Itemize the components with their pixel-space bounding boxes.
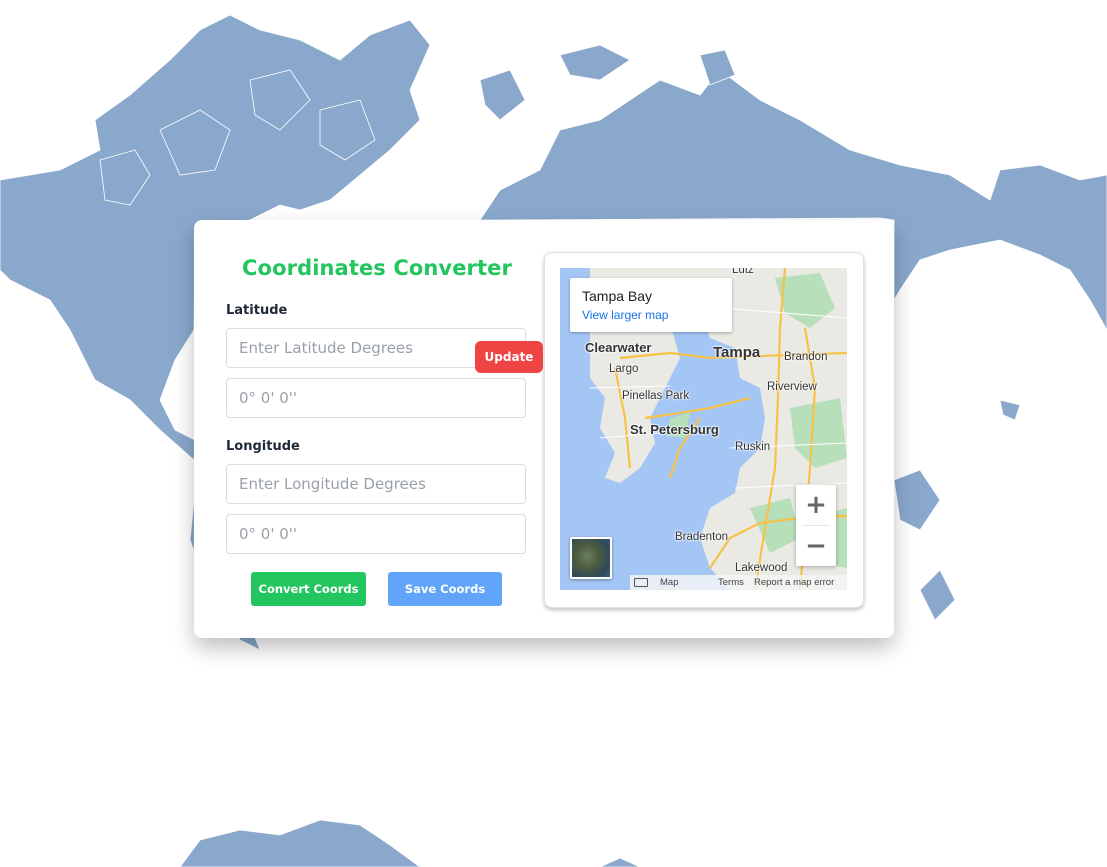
keyboard-icon[interactable] [634, 578, 648, 587]
map-city-label: St. Petersburg [630, 422, 719, 437]
save-coords-button[interactable]: Save Coords [388, 572, 502, 606]
longitude-label: Longitude [226, 439, 300, 454]
converter-card: Coordinates Converter Latitude Longitude… [194, 220, 894, 638]
map-city-label: Riverview [767, 381, 817, 393]
attribution-terms[interactable]: Terms [718, 575, 744, 590]
zoom-out-button[interactable]: − [796, 526, 836, 566]
map-panel: Tampa Clearwater Largo Brandon Riverview… [544, 252, 864, 608]
map-city-label: Lakewood [735, 562, 788, 574]
longitude-degrees-input[interactable] [226, 464, 526, 504]
map-city-label: Bradenton [675, 531, 729, 543]
longitude-dms-input[interactable] [226, 514, 526, 554]
update-button[interactable]: Update [475, 341, 543, 373]
map-city-label: Brandon [784, 351, 828, 363]
view-larger-map-link[interactable]: View larger map [582, 308, 668, 322]
place-info-card: Tampa Bay View larger map [570, 278, 732, 332]
map-city-label: Largo [609, 363, 639, 375]
place-name: Tampa Bay [582, 288, 653, 304]
latitude-label: Latitude [226, 303, 288, 318]
satellite-toggle-thumbnail[interactable] [570, 537, 612, 579]
map-city-label: Pinellas Park [622, 390, 690, 402]
zoom-in-button[interactable]: + [796, 485, 836, 525]
map-city-label: Clearwater [585, 340, 652, 355]
page-title: Coordinates Converter [242, 256, 512, 280]
map-city-label: Ruskin [735, 441, 771, 453]
zoom-controls: + − [796, 485, 836, 566]
map-city-label: Tampa [713, 344, 761, 361]
convert-coords-button[interactable]: Convert Coords [251, 572, 366, 606]
map-city-label: Lutz [732, 268, 754, 276]
embedded-map[interactable]: Tampa Clearwater Largo Brandon Riverview… [560, 268, 847, 590]
map-attribution-bar: Map Terms Report a map error [630, 575, 847, 590]
report-map-error-link[interactable]: Report a map error [754, 575, 834, 590]
latitude-dms-input[interactable] [226, 378, 526, 418]
attribution-map-data: Map [660, 577, 679, 588]
